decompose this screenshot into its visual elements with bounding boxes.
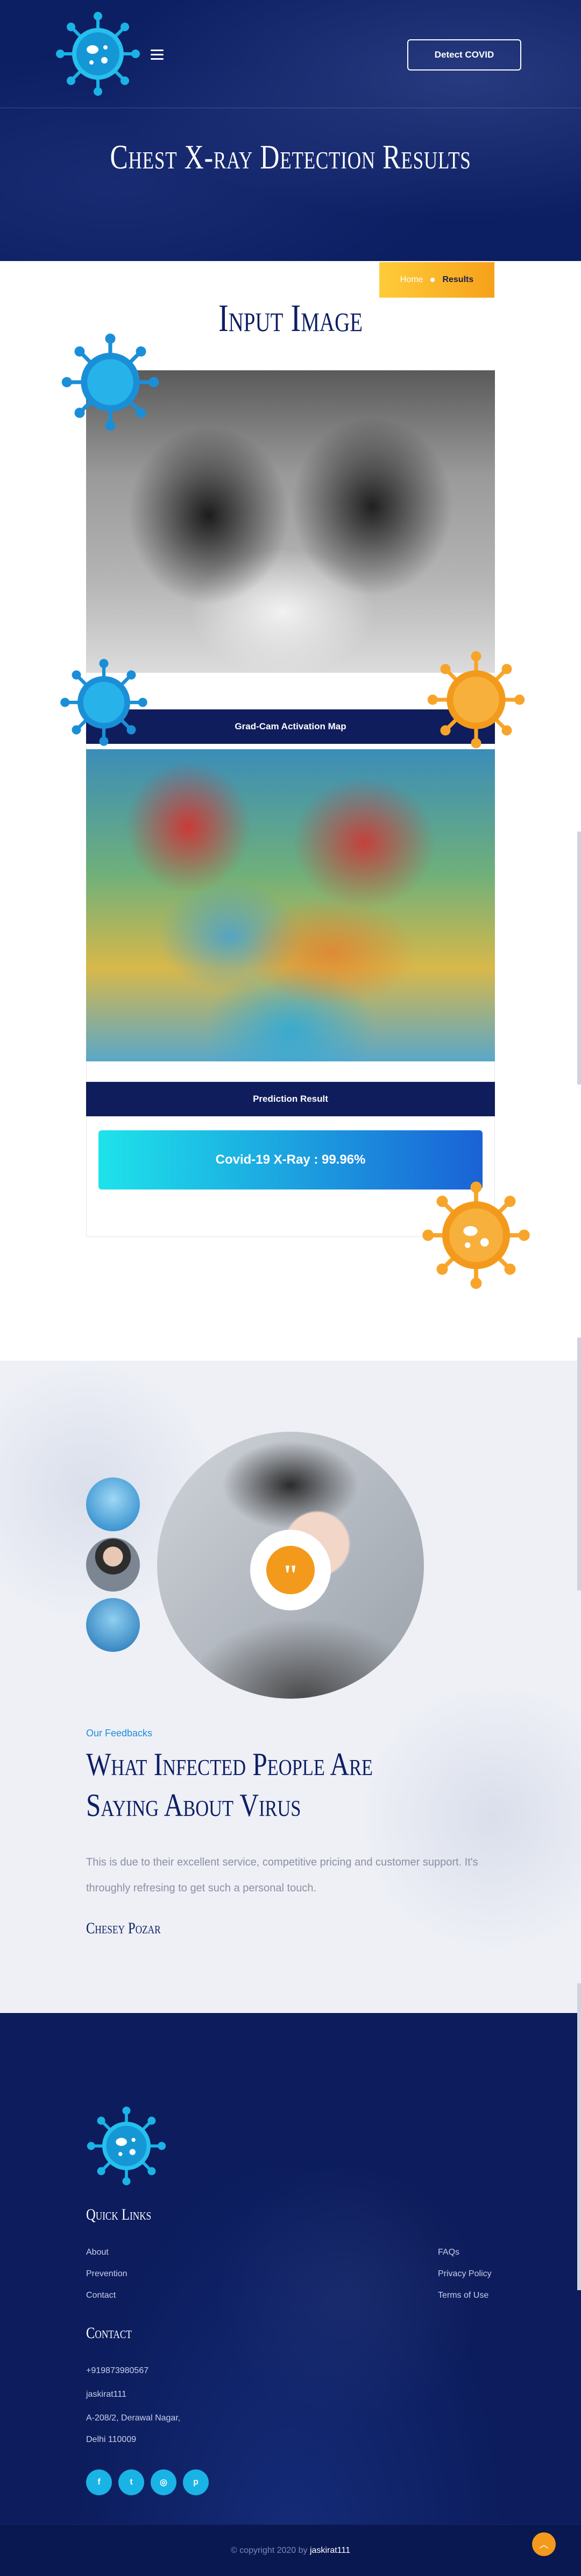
quote-badge: " xyxy=(250,1530,331,1610)
footer-link-faqs[interactable]: FAQs xyxy=(438,2248,459,2257)
feedback-text: This is due to their excellent service, … xyxy=(86,1856,478,1894)
footer-link-about[interactable]: About xyxy=(86,2248,109,2257)
contact-address-line1: A-208/2, Derawal Nagar, xyxy=(86,2413,181,2423)
page-title: Chest X-ray Detection Results xyxy=(110,138,471,176)
breadcrumb-current: Results xyxy=(442,275,474,284)
quick-links-heading: Quick Links xyxy=(86,2206,152,2223)
social-links: f t ◎ p xyxy=(86,2469,209,2495)
contact-heading: Contact xyxy=(86,2324,132,2342)
gradcam-heatmap-image xyxy=(86,749,495,1061)
prediction-label-bar: Prediction Result xyxy=(86,1082,495,1116)
copyright-text: © copyright 2020 by xyxy=(231,2546,308,2555)
detect-covid-button[interactable]: Detect COVID xyxy=(407,39,521,71)
breadcrumb: Home Results xyxy=(379,262,494,298)
virus-logo-icon[interactable] xyxy=(55,11,141,97)
quote-icon: " xyxy=(266,1546,315,1594)
testimonial-avatar[interactable] xyxy=(86,1538,140,1592)
scrollbar-thumb[interactable] xyxy=(577,832,581,1085)
breadcrumb-separator xyxy=(430,278,435,282)
blue-virus-decoration-icon xyxy=(60,659,147,746)
copyright: © copyright 2020 by jaskirat111 xyxy=(0,2546,581,2556)
instagram-icon[interactable]: ◎ xyxy=(151,2469,176,2495)
page: Detect COVID Chest X-ray Detection Resul… xyxy=(0,0,581,2576)
footer-link-terms[interactable]: Terms of Use xyxy=(438,2291,488,2300)
blue-virus-decoration-icon xyxy=(61,333,159,431)
scrollbar-thumb[interactable] xyxy=(577,1338,581,1590)
feedback-author: Chesey Pozar xyxy=(86,1919,161,1937)
twitter-icon[interactable]: t xyxy=(118,2469,144,2495)
contact-address-line2: Delhi 110009 xyxy=(86,2435,137,2444)
contact-phone[interactable]: +919873980567 xyxy=(86,2366,148,2376)
hero-banner: Detect COVID Chest X-ray Detection Resul… xyxy=(0,0,581,261)
orange-virus-decoration-icon xyxy=(427,651,525,749)
footer-logo-icon[interactable] xyxy=(86,2106,167,2186)
testimonial-avatar[interactable] xyxy=(86,1477,140,1531)
pinterest-icon[interactable]: p xyxy=(183,2469,209,2495)
footer-link-privacy[interactable]: Privacy Policy xyxy=(438,2269,492,2279)
contact-username[interactable]: jaskirat111 xyxy=(86,2390,126,2399)
feedback-label: Our Feedbacks xyxy=(86,1728,153,1739)
feedback-title: What Infected People Are Saying About Vi… xyxy=(86,1747,373,1823)
testimonial-avatar[interactable] xyxy=(86,1598,140,1652)
copyright-author-link[interactable]: jaskirat111 xyxy=(310,2546,350,2555)
scroll-to-top-button[interactable]: ︿ xyxy=(532,2532,556,2556)
orange-virus-decoration-icon xyxy=(422,1181,530,1289)
footer-link-prevention[interactable]: Prevention xyxy=(86,2269,127,2279)
hamburger-menu-icon[interactable] xyxy=(151,50,164,60)
facebook-icon[interactable]: f xyxy=(86,2469,112,2495)
scrollbar-thumb[interactable] xyxy=(577,1983,581,2290)
breadcrumb-home-link[interactable]: Home xyxy=(400,275,423,285)
footer-link-contact[interactable]: Contact xyxy=(86,2291,116,2300)
